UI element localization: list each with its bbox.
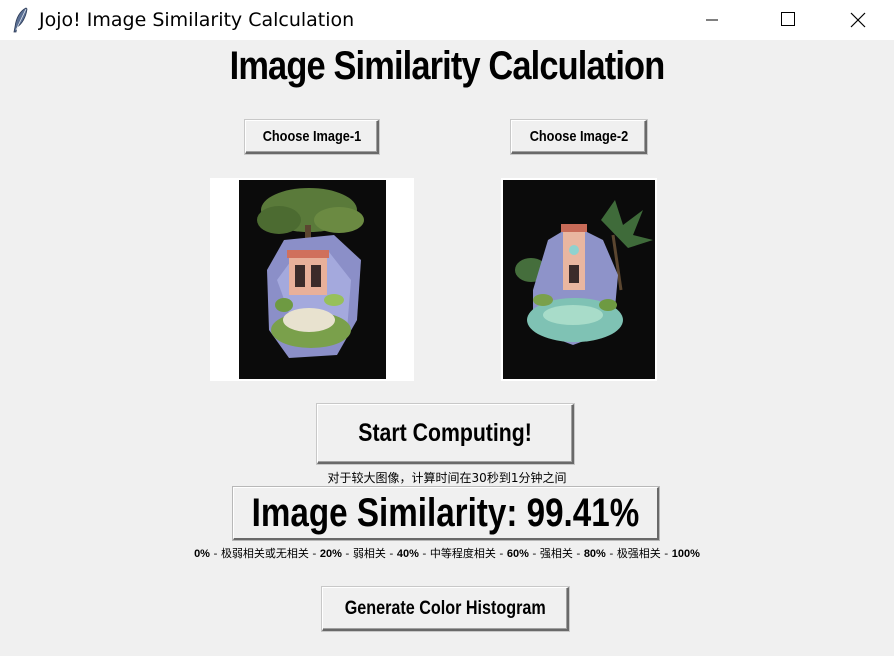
start-computing-button[interactable]: Start Computing!: [317, 404, 574, 464]
close-button[interactable]: [835, 0, 881, 40]
maximize-button[interactable]: [764, 0, 810, 40]
scale-label-5: 极强相关: [616, 547, 661, 560]
scale-20: 20%: [319, 548, 342, 560]
scale-label-1: 极弱相关或无相关: [220, 547, 309, 560]
scale-60: 60%: [506, 548, 529, 560]
scale-80: 80%: [583, 548, 606, 560]
similarity-result: Image Similarity: 99.41%: [233, 487, 659, 540]
generate-histogram-label: Generate Color Histogram: [344, 597, 546, 619]
choose-image-1-button[interactable]: Choose Image-1: [245, 120, 379, 154]
scale-100: 100%: [671, 548, 700, 560]
image-2-artwork: [515, 200, 653, 345]
close-icon: [850, 12, 866, 28]
scale-0: 0%: [194, 548, 210, 560]
window-title: Jojo! Image Similarity Calculation: [39, 9, 355, 31]
maximize-icon: [781, 12, 795, 26]
scale-label-3: 中等程度相关: [429, 547, 496, 560]
scale-label-4: 强相关: [539, 547, 573, 560]
similarity-result-text: Image Similarity: 99.41%: [251, 490, 640, 535]
image-1-preview: [210, 178, 414, 381]
minimize-button[interactable]: [695, 0, 741, 40]
title-bar: Jojo! Image Similarity Calculation: [0, 0, 894, 40]
page-title: Image Similarity Calculation: [229, 44, 666, 88]
choose-image-1-label: Choose Image-1: [262, 128, 361, 145]
similarity-scale: 0% - 极弱相关或无相关 - 20% - 弱相关 - 40% - 中等程度相关…: [194, 547, 700, 560]
computation-time-note: 对于较大图像，计算时间在30秒到1分钟之间: [327, 471, 567, 485]
scale-40: 40%: [396, 548, 419, 560]
choose-image-2-button[interactable]: Choose Image-2: [511, 120, 647, 154]
image-1-artwork: [257, 188, 364, 358]
image-2-preview: [501, 178, 657, 381]
scale-label-2: 弱相关: [352, 547, 386, 560]
minimize-icon: [706, 19, 718, 21]
generate-histogram-button[interactable]: Generate Color Histogram: [322, 587, 569, 631]
choose-image-2-label: Choose Image-2: [529, 128, 628, 145]
start-computing-label: Start Computing!: [358, 419, 532, 447]
feather-icon: [13, 7, 28, 33]
